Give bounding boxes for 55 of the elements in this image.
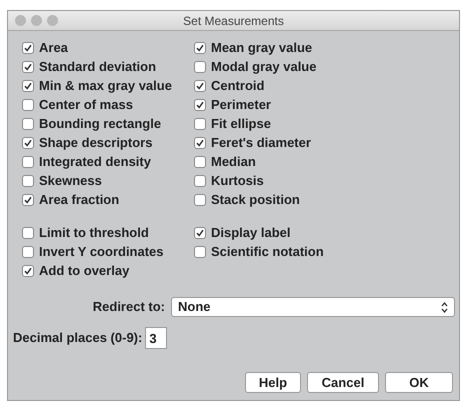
checkbox-label: Center of mass (39, 96, 133, 114)
checkbox[interactable] (194, 156, 206, 168)
checkbox[interactable] (194, 118, 206, 130)
dialog-button[interactable]: Help (245, 372, 301, 393)
dialog-button[interactable]: OK (385, 372, 453, 393)
checkbox-label: Area (39, 38, 68, 57)
checkbox-label: Fit ellipse (211, 114, 271, 133)
checkbox-label: Shape descriptors (39, 134, 152, 152)
redirect-label: Redirect to: (92, 298, 166, 316)
checkbox-label: Display label (211, 224, 290, 242)
checkbox[interactable] (22, 136, 34, 148)
checkbox[interactable] (22, 246, 34, 258)
checkbox-label: Centroid (211, 76, 264, 95)
checkbox[interactable] (22, 60, 34, 72)
checkbox[interactable] (194, 226, 206, 238)
checkbox[interactable] (194, 60, 206, 72)
checkbox[interactable] (194, 80, 206, 92)
stepper-icon (441, 302, 448, 312)
checkbox-label: Skewness (39, 172, 102, 190)
checkbox-label: Min & max gray value (39, 76, 172, 95)
window-title: Set Measurements (183, 12, 284, 30)
checkbox[interactable] (22, 226, 34, 238)
checkbox-label: Standard deviation (39, 58, 156, 76)
checkbox[interactable] (22, 174, 34, 186)
checkbox[interactable] (22, 42, 34, 54)
checkbox-label: Limit to threshold (39, 224, 149, 242)
checkbox[interactable] (22, 80, 34, 92)
checkbox-label: Stack position (211, 190, 300, 209)
checkbox[interactable] (194, 246, 206, 258)
checkbox-label: Modal gray value (211, 58, 316, 76)
redirect-dropdown[interactable]: None (171, 297, 455, 317)
checkbox-label: Add to overlay (39, 262, 130, 280)
checkbox-label: Mean gray value (211, 38, 312, 57)
checkbox-label: Invert Y coordinates (39, 242, 164, 261)
checkbox[interactable] (22, 264, 34, 276)
checkbox-label: Feret's diameter (211, 134, 311, 152)
checkbox-label: Bounding rectangle (39, 114, 162, 133)
checkbox[interactable] (194, 42, 206, 54)
checkbox-label: Integrated density (39, 152, 151, 171)
decimal-places-field[interactable]: 3 (145, 327, 168, 349)
dialog-button[interactable]: Cancel (307, 372, 379, 393)
checkbox[interactable] (22, 156, 34, 168)
checkbox[interactable] (194, 136, 206, 148)
checkbox[interactable] (194, 194, 206, 206)
checkbox-label: Area fraction (39, 190, 120, 209)
checkbox-label: Perimeter (211, 96, 271, 114)
checkbox[interactable] (194, 98, 206, 110)
decimal-places-label: Decimal places (0-9): (13, 329, 144, 348)
checkbox-label: Scientific notation (211, 242, 324, 261)
checkbox[interactable] (22, 118, 34, 130)
checkbox-label: Kurtosis (211, 172, 264, 190)
checkbox[interactable] (194, 174, 206, 186)
checkbox-label: Median (211, 152, 256, 171)
checkbox[interactable] (22, 98, 34, 110)
checkbox[interactable] (22, 194, 34, 206)
